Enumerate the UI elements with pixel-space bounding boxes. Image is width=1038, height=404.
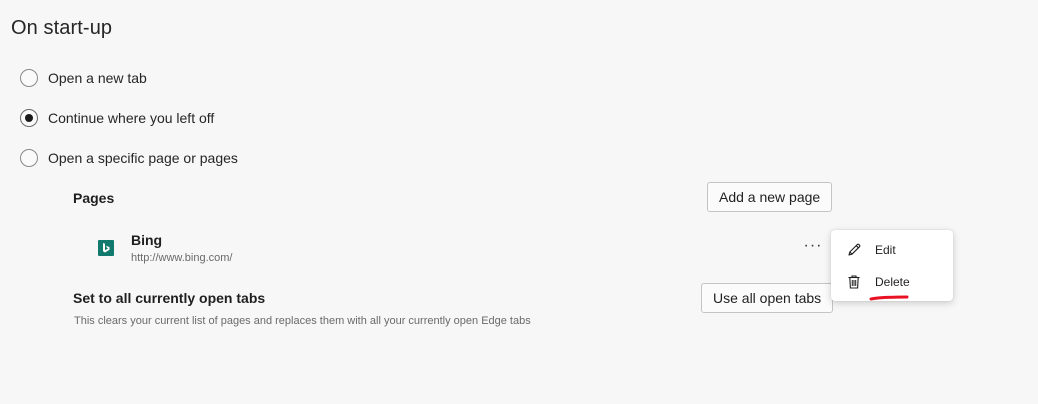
radio-button[interactable]: [20, 149, 38, 167]
menu-item-label: Edit: [875, 243, 896, 257]
page-list-item: Bing http://www.bing.com/: [98, 232, 233, 265]
pencil-icon: [846, 242, 862, 258]
more-options-button[interactable]: ···: [800, 236, 826, 256]
radio-label: Continue where you left off: [48, 110, 215, 126]
radio-open-new-tab[interactable]: Open a new tab: [20, 67, 147, 89]
page-url: http://www.bing.com/: [131, 252, 233, 264]
trash-icon: [846, 274, 862, 290]
section-title: On start-up: [11, 17, 113, 39]
radio-button-selected[interactable]: [20, 109, 38, 127]
radio-continue-where-left-off[interactable]: Continue where you left off: [20, 107, 214, 129]
red-underline-annotation: [869, 295, 909, 301]
set-all-tabs-title: Set to all currently open tabs: [73, 290, 266, 306]
radio-label: Open a specific page or pages: [48, 150, 238, 166]
radio-selected-dot: [25, 114, 33, 122]
set-all-tabs-description: This clears your current list of pages a…: [74, 315, 531, 327]
page-name: Bing: [131, 232, 163, 248]
radio-label: Open a new tab: [48, 70, 147, 86]
pages-heading: Pages: [73, 190, 115, 206]
bing-favicon-icon: [98, 240, 114, 256]
context-menu: Edit Delete: [831, 230, 953, 301]
radio-open-specific-pages[interactable]: Open a specific page or pages: [20, 147, 238, 169]
menu-item-delete[interactable]: Delete: [831, 267, 953, 297]
menu-item-label: Delete: [875, 275, 910, 289]
use-all-open-tabs-button[interactable]: Use all open tabs: [701, 283, 834, 313]
menu-item-edit[interactable]: Edit: [831, 235, 953, 265]
add-new-page-button[interactable]: Add a new page: [707, 182, 833, 212]
radio-button[interactable]: [20, 69, 38, 87]
